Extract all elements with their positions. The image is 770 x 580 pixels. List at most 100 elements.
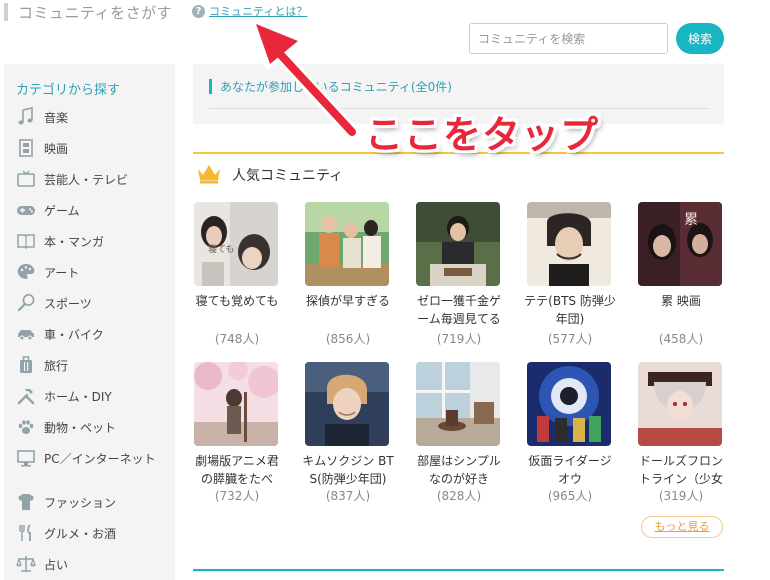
community-name: 部屋はシンプルなのが好き [417,454,501,486]
community-name: 劇場版アニメ君の膵臓をたべ [195,454,279,486]
more-button[interactable]: もっと見る [641,516,723,538]
sidebar-item-fashion[interactable]: ファッション [16,492,171,523]
community-name: 寝ても覚めても [195,294,279,308]
sidebar-item-label: 旅行 [44,359,69,373]
suitcase-icon [20,356,32,373]
sidebar-item-label: 本・マンガ [44,235,105,249]
community-thumbnail: 寝ても [194,202,278,286]
sidebar-item-home-diy[interactable]: ホーム・DIY [16,386,171,417]
member-count: (828人) [436,489,482,503]
community-name: 累 映画 [661,294,701,308]
member-count: (837人) [325,489,371,503]
car-icon [18,330,34,341]
svg-text:寝ても: 寝ても [208,243,235,255]
member-count: (856人) [325,332,371,346]
community-thumbnail [305,202,389,286]
community-card[interactable]: テテ(BTS 防弾少年団) (577人) [524,202,616,352]
sidebar-item-gourmet[interactable]: グルメ・お酒 [16,523,171,554]
community-thumbnail [527,202,611,286]
sidebar-item-label: 車・バイク [44,328,104,342]
help-icon[interactable]: ? [192,5,205,18]
monitor-icon [17,450,35,467]
fork-knife-icon [19,524,31,541]
sidebar-item-fortune[interactable]: 占い [16,554,171,580]
tshirt-icon [18,494,34,510]
palette-icon [17,264,35,279]
community-card[interactable]: 劇場版アニメ君の膵臓をたべ (732人) [194,362,280,512]
community-name: ドールズフロントライン（少女 [638,454,723,486]
community-name: キムソクジン BTS(防弾少年団) [302,454,394,486]
sidebar-item-sports[interactable]: スポーツ [16,293,171,324]
member-count: (732人) [214,489,260,503]
sidebar-item-art[interactable]: アート [16,262,171,293]
community-card[interactable]: ゼロ一獲千金ゲーム毎週見てる (719人) [416,202,502,352]
community-thumbnail [194,362,278,446]
sidebar-item-pc[interactable]: PC／インターネット [16,448,171,479]
search-input[interactable] [469,23,668,54]
community-card[interactable]: 累 累 映画 (458人) [638,202,724,352]
annotation-arrow-icon [251,19,359,139]
tools-icon [17,389,35,405]
tennis-racket-icon [17,294,35,312]
sidebar-item-pets[interactable]: 動物・ペット [16,417,171,448]
sidebar-item-label: スポーツ [44,297,92,311]
community-card[interactable]: 部屋はシンプルなのが好き (828人) [416,362,502,512]
community-thumbnail [527,362,611,446]
sidebar-item-travel[interactable]: 旅行 [16,355,171,386]
sidebar-item-label: ホーム・DIY [44,390,112,404]
community-card[interactable]: 寝ても 寝ても覚めても (748人) [194,202,280,352]
sidebar-item-label: 映画 [44,142,69,156]
popular-title: 人気コミュニティ [232,168,344,184]
community-name: ゼロ一獲千金ゲーム毎週見てる [416,294,501,326]
community-name: テテ(BTS 防弾少年団) [524,294,616,326]
sidebar-heading: カテゴリから探す [16,83,121,98]
community-thumbnail: 累 [638,202,722,286]
music-note-icon [18,107,33,125]
sidebar-item-label: 動物・ペット [44,421,117,435]
title-accent-bar [4,3,8,21]
page-header: コミュニティをさがす ? コミュニティとは？ 検索 [0,0,770,60]
film-icon [19,139,33,157]
search-button[interactable]: 検索 [676,23,724,54]
community-card[interactable]: 仮面ライダージオウ (965人) [527,362,613,512]
crown-icon [198,165,220,184]
sidebar-item-label: ゲーム [44,204,80,218]
sidebar-item-label: PC／インターネット [44,452,156,466]
gamepad-icon [17,206,35,215]
tv-icon [17,170,35,187]
community-thumbnail [416,202,500,286]
paw-icon [18,420,34,434]
member-count: (719人) [436,332,482,346]
member-count: (319人) [658,489,704,503]
sidebar-item-label: 芸能人・テレビ [44,173,129,187]
community-thumbnail [305,362,389,446]
sidebar-item-label: アート [44,266,80,280]
sidebar-item-books[interactable]: 本・マンガ [16,231,171,262]
community-thumbnail [416,362,500,446]
community-name: 仮面ライダージオウ [528,454,612,486]
sidebar-item-label: グルメ・お酒 [44,527,117,541]
sidebar-item-tv[interactable]: 芸能人・テレビ [16,169,171,200]
community-thumbnail [638,362,722,446]
page-title: コミュニティをさがす [18,4,173,22]
sidebar-item-label: ファッション [44,496,117,510]
sidebar-item-label: 占い [44,558,69,572]
member-count: (458人) [658,332,704,346]
sidebar-item-game[interactable]: ゲーム [16,200,171,231]
category-sidebar: カテゴリから探す 音楽 映画 芸能人・テレビ ゲーム 本・マンガ アート スポー… [4,64,175,580]
community-card[interactable]: 探偵が早すぎる (856人) [305,202,391,352]
sidebar-item-car[interactable]: 車・バイク [16,324,171,355]
community-name: 探偵が早すぎる [305,294,390,308]
sidebar-item-movie[interactable]: 映画 [16,138,171,169]
scales-icon [16,556,36,572]
member-count: (577人) [547,332,593,346]
member-count: (965人) [547,489,593,503]
member-count: (748人) [214,332,260,346]
tap-here-annotation: ここをタップ [365,113,600,157]
book-icon [17,234,35,250]
community-card[interactable]: ドールズフロントライン（少女 (319人) [638,362,724,512]
community-card[interactable]: キムソクジン BTS(防弾少年団) (837人) [302,362,394,512]
sidebar-item-music[interactable]: 音楽 [16,107,171,138]
svg-text:累: 累 [684,212,698,228]
section-divider [193,569,724,571]
